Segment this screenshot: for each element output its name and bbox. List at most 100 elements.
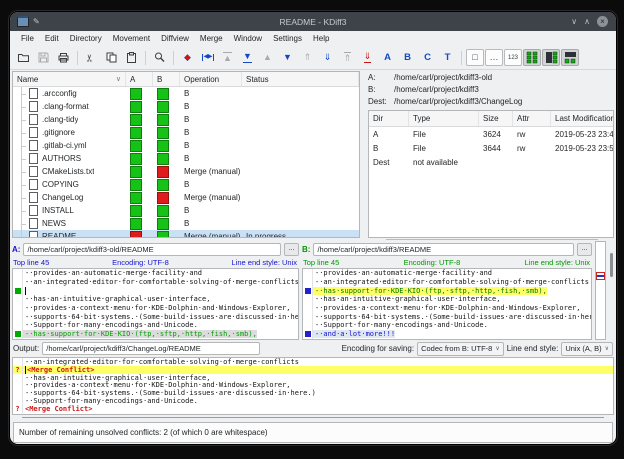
paste-button[interactable] <box>122 48 141 67</box>
diff-overview-column[interactable] <box>595 241 606 340</box>
titlebar[interactable]: ✎ README - KDiff3 ∨ ∧ × <box>10 12 616 31</box>
go-current-delta-button[interactable]: ◆ <box>178 48 197 67</box>
pane-a-path-input[interactable] <box>23 243 281 256</box>
pane-b-browse-button[interactable]: ... <box>577 243 592 256</box>
info-cell: B <box>369 144 409 153</box>
top-bottom-splitter[interactable] <box>10 238 616 241</box>
go-first-delta-button[interactable]: ▲ <box>218 48 237 67</box>
green-square-icon <box>157 218 169 230</box>
tree-row-README[interactable]: READMEMerge (manual)In progress... <box>13 230 359 237</box>
scrollbar-handle[interactable] <box>610 253 613 277</box>
window-title: README - KDiff3 <box>10 17 616 27</box>
operation-cell: B <box>180 152 242 165</box>
tree-row-.gitlab-ci.yml[interactable]: .gitlab-ci.ymlB <box>13 139 359 152</box>
column-b[interactable]: B <box>153 72 180 86</box>
diff-mark-green-icon <box>15 288 21 294</box>
column-a[interactable]: A <box>126 72 153 86</box>
output-path-input[interactable] <box>42 342 260 355</box>
cut-button[interactable]: ✂ <box>82 48 101 67</box>
tree-row-COPYING[interactable]: COPYINGB <box>13 178 359 191</box>
tree-info-splitter[interactable] <box>360 71 368 238</box>
tree-branch <box>15 165 28 178</box>
open-button[interactable] <box>14 48 33 67</box>
menu-settings[interactable]: Settings <box>268 33 307 44</box>
output-status-splitter[interactable] <box>10 415 616 421</box>
green-square-icon <box>157 114 169 126</box>
column-name[interactable]: Name ∨ <box>13 72 126 86</box>
go-current-delta-icon: ◆ <box>184 53 191 62</box>
close-button[interactable]: × <box>597 16 608 27</box>
diff-margin <box>13 374 23 382</box>
select-line-b-button[interactable]: B <box>398 48 417 67</box>
menu-merge[interactable]: Merge <box>195 33 228 44</box>
tree-row-ChangeLog[interactable]: ChangeLogMerge (manual) <box>13 191 359 204</box>
merge-output-editor[interactable]: -·an·integrated·editor·for·comfortable·s… <box>12 357 614 415</box>
line-end-select[interactable]: Unix (A, B) ∨ <box>561 342 613 356</box>
tree-row-.clang-format[interactable]: .clang-formatB <box>13 100 359 113</box>
tree-row-AUTHORS[interactable]: AUTHORSB <box>13 152 359 165</box>
find-button[interactable] <box>150 48 169 67</box>
print-button[interactable] <box>54 48 73 67</box>
menu-window[interactable]: Window <box>229 33 267 44</box>
operation-cell: Merge (manual) <box>180 191 242 204</box>
green-square-icon <box>157 88 169 100</box>
chevron-down-icon: ∨ <box>495 345 499 352</box>
encoding-select[interactable]: Codec from B: UTF-8 ∨ <box>417 342 504 356</box>
diff-line: -·has·an·intuitive·graphical·user·interf… <box>303 295 591 304</box>
tree-row-CMakeLists.txt[interactable]: CMakeLists.txtMerge (manual) <box>13 165 359 178</box>
tree-row-.clang-tidy[interactable]: .clang-tidyB <box>13 113 359 126</box>
minimize-button[interactable]: ∨ <box>571 17 577 27</box>
select-line-c-button[interactable]: C <box>418 48 437 67</box>
show-window-a-button[interactable] <box>523 49 541 66</box>
select-line-a-button[interactable]: A <box>378 48 397 67</box>
menu-edit[interactable]: Edit <box>40 33 64 44</box>
pane-b-path-input[interactable] <box>313 243 574 256</box>
menu-movement[interactable]: Movement <box>108 33 155 44</box>
menu-diffview[interactable]: Diffview <box>156 33 194 44</box>
cell-a <box>126 100 153 113</box>
word-wrap-button[interactable]: T <box>438 48 457 67</box>
column-operation[interactable]: Operation <box>180 72 242 86</box>
status-cell <box>242 100 359 113</box>
tree-row-.gitignore[interactable]: .gitignoreB <box>13 126 359 139</box>
go-next-delta-button[interactable]: ▼ <box>278 48 297 67</box>
operation-cell: B <box>180 204 242 217</box>
show-whitespace-characters-button[interactable]: … <box>485 49 503 66</box>
copy-button[interactable] <box>102 48 121 67</box>
fit-to-window-width-button[interactable]: ◀▶ <box>198 48 217 67</box>
pane-a-editor[interactable]: -·provides·an·automatic·merge·facility·a… <box>12 268 299 340</box>
show-window-c-button[interactable] <box>561 49 579 66</box>
menu-file[interactable]: File <box>16 33 39 44</box>
info-column-last modification: Last Modification <box>551 111 614 126</box>
info-cell: rw <box>513 130 551 139</box>
show-line-numbers-button[interactable]: 123 <box>504 49 522 66</box>
tree-branch <box>15 126 28 139</box>
tree-row-.arcconfig[interactable]: .arcconfigB <box>13 87 359 100</box>
diff-scrollbar[interactable] <box>609 241 614 340</box>
cell-b <box>153 100 180 113</box>
go-prev-delta-button[interactable]: ▲ <box>258 48 277 67</box>
show-window-b-button[interactable] <box>542 49 560 66</box>
go-next-unsolved-conflict-button[interactable]: ⇓ <box>358 48 377 67</box>
tree-row-INSTALL[interactable]: INSTALLB <box>13 204 359 217</box>
go-prev-unsolved-conflict-button[interactable]: ⇑ <box>338 48 357 67</box>
menu-help[interactable]: Help <box>308 33 334 44</box>
diff-line: -·has·support·for·KDE-KIO·(ftp,·sftp,·ht… <box>303 286 591 295</box>
go-prev-conflict-button[interactable]: ⇑ <box>298 48 317 67</box>
diff-margin: ? <box>13 366 23 374</box>
status-cell <box>242 165 359 178</box>
pane-a-top-line: Top line 45 <box>13 258 49 267</box>
show-whitespace-button[interactable]: □ <box>466 49 484 66</box>
go-next-conflict-button[interactable]: ⇓ <box>318 48 337 67</box>
pane-a-browse-button[interactable]: ... <box>284 243 299 256</box>
column-status[interactable]: Status <box>242 72 359 86</box>
pane-b-editor[interactable]: -·provides·an·automatic·merge·facility·a… <box>302 268 592 340</box>
select-line-b-icon: B <box>404 53 411 63</box>
menu-directory[interactable]: Directory <box>65 33 107 44</box>
tree-row-NEWS[interactable]: NEWSB <box>13 217 359 230</box>
go-last-delta-button[interactable]: ▼ <box>238 48 257 67</box>
info-cell: A <box>369 130 409 139</box>
maximize-button[interactable]: ∧ <box>584 17 590 27</box>
cell-b <box>153 165 180 178</box>
tree-header: Name ∨ A B Operation Status <box>13 72 359 87</box>
